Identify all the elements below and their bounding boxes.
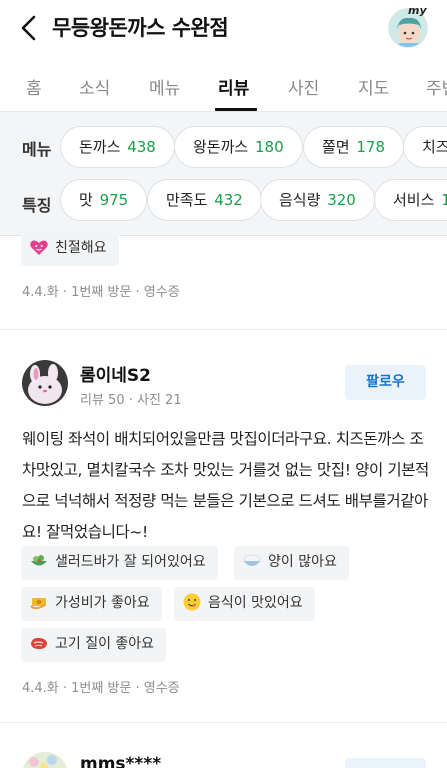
tag-text: 친절해요 [55, 240, 107, 256]
chip-count: 178 [356, 138, 386, 156]
reviewer-stats: 리뷰 50 · 사진 21 [80, 393, 182, 408]
chip-name: 서비스 [393, 191, 435, 209]
money-hand-icon [30, 597, 46, 609]
reviewer-avatar[interactable] [22, 752, 68, 768]
feature-filter-label: 특징 [22, 196, 52, 215]
reviewer-avatar[interactable] [22, 360, 68, 406]
follow-button[interactable] [345, 758, 426, 768]
filter-chip-menu[interactable]: 치즈 [403, 126, 447, 168]
follow-button[interactable]: 팔로우 [345, 365, 426, 400]
chip-name: 쫄면 [322, 138, 350, 156]
tab-home[interactable]: 홈 [26, 74, 42, 99]
tag-text: 양이 많아요 [268, 554, 337, 570]
filter-chip-feature[interactable]: 서비스 1 [374, 179, 447, 221]
salad-icon [31, 554, 47, 565]
tab-photos[interactable]: 사진 [288, 74, 319, 99]
chip-count: 975 [99, 191, 129, 209]
yummy-face-icon [183, 593, 201, 610]
tab-menu[interactable]: 메뉴 [149, 74, 180, 99]
filter-chip-menu[interactable]: 왕돈까스 180 [174, 126, 303, 168]
filter-chip-feature[interactable]: 맛 975 [60, 179, 148, 221]
review-divider [0, 722, 447, 723]
active-tab-indicator [215, 108, 257, 111]
chip-name: 왕돈까스 [193, 138, 249, 156]
chip-name: 치즈 [422, 138, 447, 156]
tag-text: 가성비가 좋아요 [55, 595, 150, 611]
top-bar: 무등왕돈까스 수완점 my [0, 0, 447, 56]
reviewer-photo-icon [22, 752, 68, 768]
tag-text: 고기 질이 좋아요 [55, 636, 155, 652]
tab-reviews[interactable]: 리뷰 [218, 74, 249, 99]
review-filter-panel: 메뉴 돈까스 438 왕돈까스 180 쫄면 178 치즈 특징 맛 975 만… [0, 112, 447, 236]
review-keyword-tag: 샐러드바가 잘 되어있어요 [21, 546, 218, 580]
menu-filter-label: 메뉴 [22, 140, 52, 159]
filter-chip-menu[interactable]: 쫄면 178 [303, 126, 405, 168]
reviewer-name[interactable]: 롬이네S2 [80, 361, 151, 386]
review-meta: 4.4.화 · 1번째 방문 · 영수증 [22, 285, 180, 300]
tag-text: 음식이 맛있어요 [208, 595, 303, 611]
chip-count: 320 [327, 191, 356, 209]
heart-face-icon [30, 240, 48, 255]
review-keyword-tag: 가성비가 좋아요 [21, 587, 162, 621]
review-meta: 4.4.화 · 1번째 방문 · 영수증 [22, 681, 180, 696]
chip-name: 음식량 [279, 191, 321, 209]
filter-chip-feature[interactable]: 만족도 432 [147, 179, 262, 221]
chip-count: 438 [127, 138, 156, 156]
tag-text: 샐러드바가 잘 되어있어요 [55, 554, 206, 570]
chip-name: 돈까스 [79, 138, 121, 156]
my-badge: my [408, 4, 427, 17]
chip-count: 180 [254, 138, 284, 156]
filter-chip-menu[interactable]: 돈까스 438 [60, 126, 175, 168]
filter-chip-feature[interactable]: 음식량 320 [260, 179, 375, 221]
review-divider [0, 329, 447, 330]
chip-count: 1 [441, 191, 447, 209]
meat-icon [31, 637, 47, 649]
place-title: 무등왕돈까스 수완점 [52, 16, 229, 40]
chip-name: 만족도 [166, 191, 208, 209]
review-body[interactable]: 웨이팅 좌석이 배치되어있을만큼 맛집이더라구요. 치즈돈까스 조차맛있고, 멸… [22, 424, 432, 548]
chip-name: 맛 [79, 191, 93, 209]
tab-map[interactable]: 지도 [358, 74, 389, 99]
reviewer-name[interactable]: mms**** [80, 754, 161, 768]
review-keyword-tag: 친절해요 [21, 232, 119, 266]
review-keyword-tag: 음식이 맛있어요 [174, 587, 315, 621]
tab-bar: 홈 소식 메뉴 리뷰 사진 지도 주변 [0, 60, 447, 112]
chip-count: 432 [214, 191, 243, 209]
tab-nearby[interactable]: 주변 [426, 74, 447, 99]
review-keyword-tag: 고기 질이 좋아요 [21, 628, 167, 662]
rice-bowl-icon [243, 554, 261, 566]
tab-news[interactable]: 소식 [79, 74, 110, 99]
back-arrow-icon[interactable] [18, 14, 40, 42]
review-keyword-tag: 양이 많아요 [234, 546, 349, 580]
reviewer-photo-icon [22, 360, 68, 406]
